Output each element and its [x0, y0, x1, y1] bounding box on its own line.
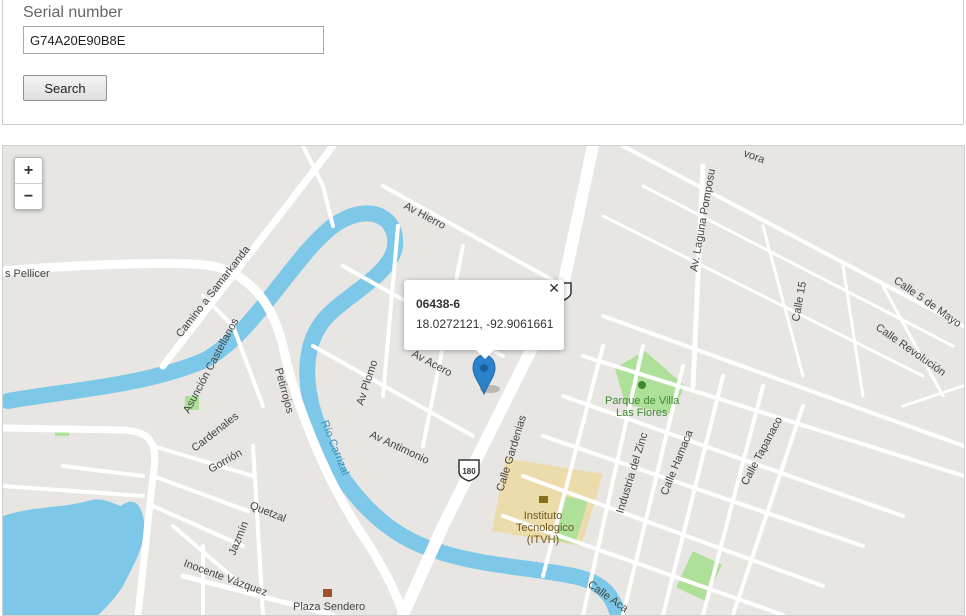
zoom-in-button[interactable]: +: [15, 158, 42, 183]
highway-shield: 180: [458, 459, 480, 482]
label-parque-1: Parque de Villa: [605, 395, 680, 407]
label-instituto-1: Instituto: [524, 510, 563, 522]
search-button[interactable]: Search: [23, 75, 107, 101]
search-panel: Serial number Search: [2, 0, 964, 125]
map-canvas[interactable]: 180 s Pellicer Camino a Samarkanda Av Hi…: [3, 146, 964, 615]
zoom-out-button[interactable]: −: [15, 183, 42, 209]
popup-coordinates: 18.0272121, -92.9061661: [416, 317, 554, 331]
serial-label: Serial number: [23, 4, 123, 21]
map[interactable]: 180 s Pellicer Camino a Samarkanda Av Hi…: [2, 145, 965, 616]
label-pellicer: s Pellicer: [5, 268, 50, 280]
school-icon: [539, 496, 548, 503]
serial-input[interactable]: [23, 26, 324, 54]
label-parque-2: Las Flores: [616, 407, 668, 419]
label-instituto-2: Tecnologico: [516, 522, 574, 534]
label-plaza: Plaza Sendero: [293, 601, 365, 613]
park-icon: [638, 381, 646, 389]
label-instituto-3: (ITVH): [527, 534, 559, 546]
popup-id: 06438-6: [416, 297, 461, 311]
shopping-icon: [323, 589, 332, 597]
highway-number: 180: [462, 467, 476, 476]
zoom-control: + −: [14, 157, 43, 210]
close-icon[interactable]: ✕: [548, 280, 560, 297]
marker-popup: ✕ 06438-6 18.0272121, -92.9061661: [404, 280, 564, 359]
